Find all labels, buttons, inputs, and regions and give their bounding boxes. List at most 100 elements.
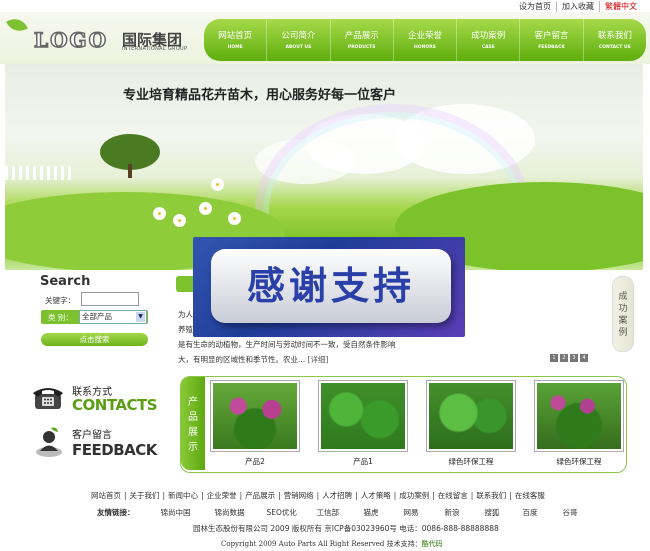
product-card[interactable]: 绿色环保工程: [427, 381, 515, 467]
daisy: [175, 216, 184, 225]
friend-link[interactable]: 猫虎: [364, 507, 404, 518]
nav-item-products[interactable]: 产品展示 PRODUCTS: [329, 19, 393, 61]
thank-you-text: 感谢支持: [246, 264, 415, 308]
content-line: 是有生命的动植物，生产时间与劳动时间不一致，受自然条件影响: [178, 340, 396, 349]
success-cases-label: 成功案例: [618, 292, 628, 338]
top-links: 设为首页 加入收藏 繁體中文: [514, 1, 642, 12]
search-button[interactable]: 点击搜索: [41, 333, 148, 346]
nav-label: 客户留言: [534, 31, 569, 41]
nav-item-home[interactable]: 网站首页 HOME: [204, 19, 266, 61]
footer-link[interactable]: 人才招聘: [319, 491, 355, 500]
thank-you-overlay: 感谢支持: [193, 237, 465, 337]
friend-link[interactable]: 工信部: [317, 507, 364, 518]
product-card[interactable]: 绿色环保工程: [535, 381, 623, 467]
friend-link[interactable]: 新浪: [445, 507, 485, 518]
tech-support-link[interactable]: 酷代码: [422, 540, 443, 548]
tree-trunk: [128, 164, 132, 178]
leaf-icon: [6, 15, 28, 35]
nav-label: 网站首页: [218, 31, 253, 41]
nav-label: 产品展示: [344, 31, 379, 41]
footer-nav: 网站首页 | 关于我们 | 新闻中心 | 企业荣誉 | 产品展示 | 营销网络 | 人才招聘 | 人才策略 |…: [88, 490, 548, 501]
pagination: 1 2 3 4: [550, 354, 588, 362]
footer-link[interactable]: 在线客服: [512, 491, 548, 500]
footer-link[interactable]: 企业荣誉: [204, 491, 240, 500]
nav-item-about[interactable]: 公司简介 ABOUT US: [266, 19, 329, 61]
products-showcase: 产品展示 产品2 产品1 绿色环保工程 绿色环保工程: [180, 376, 627, 473]
content-line-text: 大，有明显的区域性和季节性。农业...: [178, 355, 306, 364]
logo[interactable]: LOGO: [33, 27, 108, 53]
footer-link[interactable]: 关于我们: [127, 491, 163, 500]
product-image: [535, 381, 623, 451]
footer-link[interactable]: 人才策略: [358, 491, 394, 500]
nav-item-contact[interactable]: 联系我们 CONTACT US: [582, 19, 646, 61]
chevron-down-icon: ▼: [136, 312, 145, 322]
thank-you-card: 感谢支持: [211, 249, 451, 323]
nav-label: 企业荣誉: [407, 31, 442, 41]
feedback-link[interactable]: 客户留言 FEEDBACK: [30, 424, 160, 464]
nav-label-en: HOME: [227, 45, 243, 50]
daisy: [213, 180, 222, 189]
footer-link[interactable]: 营销网络: [281, 491, 317, 500]
feedback-label: 客户留言: [72, 430, 112, 441]
footer-link[interactable]: 产品展示: [242, 491, 278, 500]
nav-label-en: CASE: [481, 45, 495, 50]
footer-link[interactable]: 网站首页: [88, 491, 124, 500]
nav-item-honors[interactable]: 企业荣誉 HONORS: [392, 19, 456, 61]
category-value: 全部产品: [82, 312, 112, 321]
nav-label-en: FEEDBACK: [538, 45, 565, 50]
daisy: [230, 214, 239, 223]
fence-left: [5, 166, 75, 180]
nav-label: 公司简介: [281, 31, 316, 41]
friend-link[interactable]: 网易: [404, 507, 445, 518]
header: LOGO 国际集团 INTERNATIONAL GROUP 网站首页 HOME 公…: [0, 12, 650, 64]
feedback-label-en: FEEDBACK: [72, 441, 157, 459]
footer-link[interactable]: 新闻中心: [165, 491, 201, 500]
products-tab[interactable]: 产品展示: [181, 377, 205, 470]
main-nav: 网站首页 HOME 公司简介 ABOUT US 产品展示 PRODUCTS 企业荣誉 H…: [204, 19, 646, 61]
page-button[interactable]: 4: [580, 354, 588, 362]
product-image: [427, 381, 515, 451]
page-button[interactable]: 2: [560, 354, 568, 362]
feedback-icon: [36, 427, 62, 457]
product-card[interactable]: 产品1: [319, 381, 407, 467]
more-link[interactable]: [详细]: [308, 355, 329, 364]
keyword-label: 关键字：: [45, 296, 75, 305]
telephone-icon: [33, 388, 63, 409]
friend-link[interactable]: 锦尚数据: [215, 507, 267, 518]
friend-link[interactable]: 百度: [523, 507, 563, 518]
product-caption: 绿色环保工程: [556, 457, 602, 466]
page-button[interactable]: 1: [550, 354, 558, 362]
keyword-input[interactable]: [81, 292, 139, 306]
footer-link[interactable]: 成功案例: [396, 491, 432, 500]
product-image: [211, 381, 299, 451]
page-button[interactable]: 3: [570, 354, 578, 362]
footer-link[interactable]: 联系我们: [473, 491, 509, 500]
product-caption: 产品1: [353, 457, 373, 466]
nav-item-case[interactable]: 成功案例 CASE: [456, 19, 519, 61]
set-homepage-link[interactable]: 设为首页: [514, 1, 556, 12]
friend-link[interactable]: 搜狐: [485, 507, 523, 518]
friend-link[interactable]: 谷哥: [563, 507, 578, 518]
nav-label-en: ABOUT US: [285, 45, 312, 50]
traditional-chinese-link[interactable]: 繁體中文: [599, 1, 642, 12]
contacts-link[interactable]: 联系方式 CONTACTS: [30, 383, 160, 419]
success-cases-tab[interactable]: 成功案例: [612, 276, 634, 352]
product-caption: 绿色环保工程: [448, 457, 494, 466]
product-card[interactable]: 产品2: [211, 381, 299, 467]
search-title: Search: [40, 274, 91, 289]
contacts-label-en: CONTACTS: [72, 396, 158, 414]
nav-label-en: HONORS: [414, 45, 436, 50]
top-bar: 设为首页 加入收藏 繁體中文: [0, 0, 650, 12]
daisy: [201, 204, 210, 213]
nav-label: 成功案例: [471, 31, 506, 41]
logo-company-name-en: INTERNATIONAL GROUP: [122, 46, 188, 52]
friend-link[interactable]: SEO优化: [267, 507, 317, 518]
add-favorite-link[interactable]: 加入收藏: [556, 1, 599, 12]
category-select[interactable]: 全部产品 ▼: [79, 310, 147, 324]
product-image: [319, 381, 407, 451]
content-line: 养殖: [178, 325, 193, 334]
category-label: 类 别：: [48, 313, 73, 322]
nav-item-feedback[interactable]: 客户留言 FEEDBACK: [519, 19, 582, 61]
footer-link[interactable]: 在线留言: [435, 491, 471, 500]
friend-link[interactable]: 锦尚中国: [161, 507, 215, 518]
